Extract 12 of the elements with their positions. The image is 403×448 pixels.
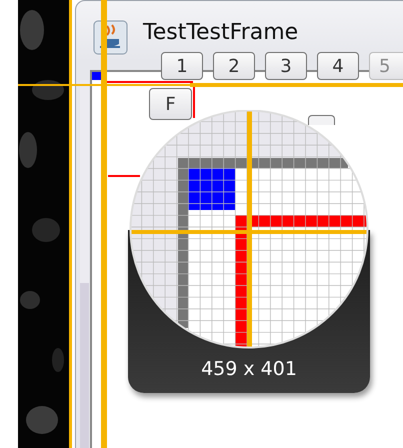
f-button[interactable]: F	[149, 88, 192, 120]
origin-marker	[92, 72, 101, 80]
scroll-thumb[interactable]	[80, 283, 89, 448]
guide-line	[108, 175, 140, 177]
partial-button[interactable]	[308, 115, 335, 125]
guide-line	[193, 85, 195, 118]
number-button[interactable]: 1	[161, 52, 203, 80]
number-button[interactable]: 3	[265, 52, 307, 80]
magnifier-reading: 459 x 401	[200, 358, 298, 380]
number-button[interactable]: 2	[213, 52, 255, 80]
window-title: TestTestFrame	[143, 20, 298, 45]
number-button[interactable]: 4	[317, 52, 359, 80]
